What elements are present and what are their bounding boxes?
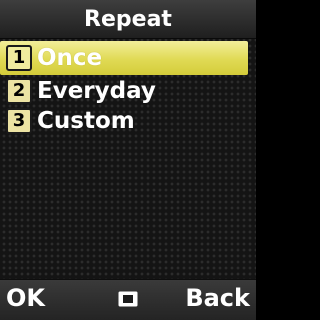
- number-badge-label: 2: [12, 80, 26, 101]
- number-badge-label: 1: [12, 47, 26, 68]
- menu-square-icon[interactable]: [118, 290, 138, 308]
- menu-item-label: Custom: [37, 107, 135, 134]
- softkey-bar: OK Back: [0, 279, 256, 320]
- number-badge-2: 2: [6, 78, 32, 104]
- number-badge-3: 3: [6, 108, 32, 134]
- menu-item-once[interactable]: 1 Once: [0, 41, 256, 75]
- back-softkey[interactable]: Back: [185, 286, 250, 310]
- ok-softkey[interactable]: OK: [6, 286, 45, 310]
- title-bar: Repeat: [0, 0, 256, 39]
- number-badge-label: 3: [12, 110, 26, 131]
- menu-item-label: Once: [37, 44, 103, 71]
- menu-item-label: Everyday: [37, 77, 156, 104]
- phone-screen: Repeat 1 Once 2 Everyday 3 Custom OK Bac…: [0, 0, 256, 320]
- repeat-options-list: 1 Once 2 Everyday 3 Custom: [0, 41, 256, 137]
- number-badge-1: 1: [6, 45, 32, 71]
- page-title: Repeat: [84, 6, 172, 32]
- menu-item-everyday[interactable]: 2 Everyday: [0, 77, 256, 105]
- menu-item-custom[interactable]: 3 Custom: [0, 107, 256, 135]
